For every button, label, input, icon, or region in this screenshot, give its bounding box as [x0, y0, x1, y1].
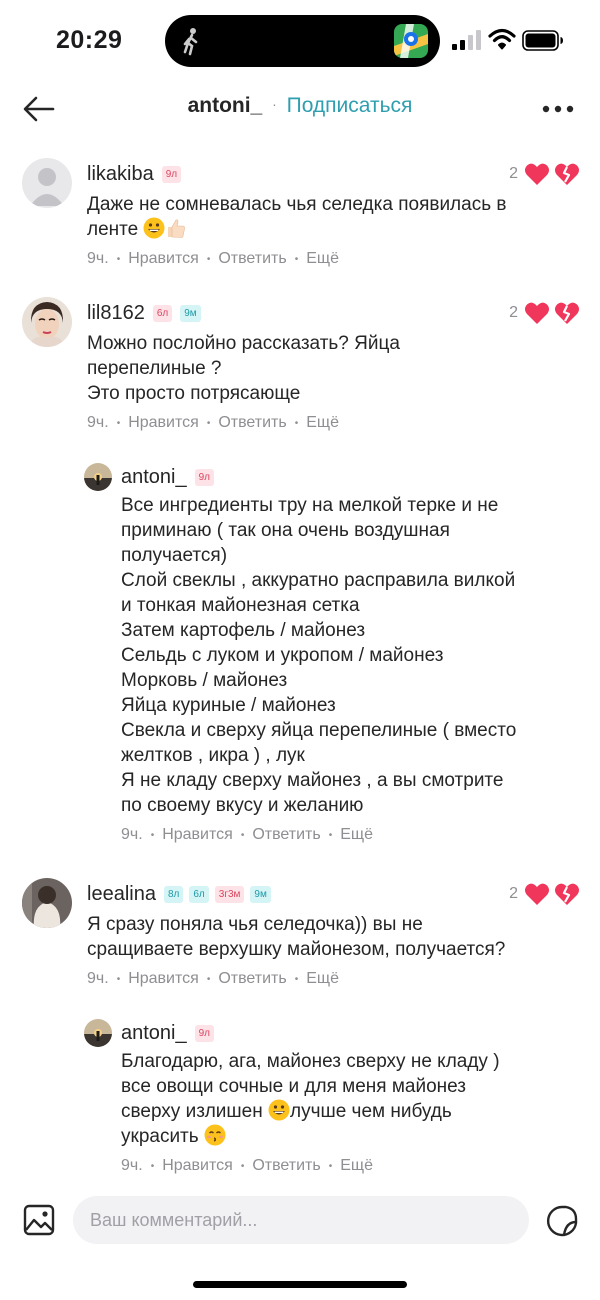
broken-heart-icon[interactable] [554, 162, 580, 186]
status-time: 20:29 [56, 26, 123, 54]
more-button[interactable]: Ещё [340, 826, 373, 844]
avatar[interactable] [22, 297, 72, 347]
comment-text: Все ингредиенты тру на мелкой терке и не… [121, 495, 517, 816]
comment-username[interactable]: lil8162 [87, 302, 145, 325]
post-header: antoni_ · Подписаться [0, 80, 600, 138]
comment-text-line: сверху излишен [121, 1101, 263, 1122]
grinning-face-emoji-icon [143, 217, 165, 239]
like-button[interactable]: Нравится [128, 414, 199, 432]
kissing-face-emoji-icon [204, 1124, 226, 1146]
avatar[interactable] [84, 463, 112, 491]
comment-text: Я сразу поняла чья селедочка)) вы не сра… [87, 914, 506, 960]
comment-input[interactable] [73, 1196, 529, 1244]
avatar[interactable] [22, 158, 72, 208]
user-badge: 9м [180, 304, 201, 322]
comment-composer [0, 1196, 600, 1246]
header-username[interactable]: antoni_ [188, 94, 263, 117]
reactions: 2 [509, 301, 580, 325]
reply-button[interactable]: Ответить [218, 414, 286, 432]
maps-icon [394, 24, 428, 58]
thumbs-up-emoji-icon [165, 217, 187, 239]
comment-time: 9ч. [87, 250, 109, 267]
default-avatar-icon [22, 158, 72, 208]
walking-icon [183, 28, 198, 56]
reply-button[interactable]: Ответить [218, 970, 286, 988]
comment-meta: 9ч. • Нравится • Ответить • Ещё [87, 970, 339, 988]
comment-username[interactable]: leealina [87, 883, 156, 906]
grinning-face-emoji-icon [268, 1099, 290, 1121]
like-count: 2 [509, 885, 518, 902]
like-button[interactable]: Нравится [162, 826, 233, 844]
heart-icon[interactable] [524, 882, 550, 906]
broken-heart-icon[interactable] [554, 301, 580, 325]
status-bar: 20:29 [0, 0, 600, 80]
user-badge: 9л [161, 165, 182, 183]
user-photo-icon [22, 878, 72, 928]
like-count: 2 [509, 304, 518, 321]
sticker-icon[interactable] [544, 1203, 580, 1239]
signal-icon [452, 30, 481, 50]
like-button[interactable]: Нравится [162, 1157, 233, 1175]
comment-meta: 9ч. • Нравится • Ответить • Ещё [87, 414, 339, 432]
avatar[interactable] [22, 878, 72, 928]
comment-username[interactable]: likakiba [87, 163, 154, 186]
more-button[interactable]: Ещё [306, 970, 339, 988]
comment-text: Можно послойно рассказать? Яйца перепели… [87, 333, 400, 404]
more-button[interactable]: Ещё [306, 414, 339, 432]
comment-text-line: все овощи сочные и для меня майонез [121, 1076, 467, 1097]
reply-button[interactable]: Ответить [252, 826, 320, 844]
heart-icon[interactable] [524, 301, 550, 325]
wifi-icon [488, 28, 516, 50]
user-badge: 9м [250, 885, 271, 903]
broken-heart-icon[interactable] [554, 882, 580, 906]
user-badge: 6л [152, 304, 173, 322]
comment-text-line: украсить [121, 1126, 199, 1147]
home-indicator [193, 1281, 407, 1288]
comment-text-line: Благодарю, ага, майонез сверху не кладу … [121, 1051, 500, 1072]
more-horizontal-icon[interactable] [542, 104, 574, 114]
comment-time: 9ч. [121, 1157, 143, 1174]
comment-username[interactable]: antoni_ [121, 466, 187, 489]
header-title: antoni_ · Подписаться [0, 94, 600, 118]
more-button[interactable]: Ещё [340, 1157, 373, 1175]
user-photo-icon [84, 463, 112, 491]
reactions: 2 [509, 162, 580, 186]
battery-icon [522, 30, 563, 51]
more-button[interactable]: Ещё [306, 250, 339, 268]
heart-icon[interactable] [524, 162, 550, 186]
reply-button[interactable]: Ответить [252, 1157, 320, 1175]
comment-time: 9ч. [87, 414, 109, 431]
like-count: 2 [509, 165, 518, 182]
reply-button[interactable]: Ответить [218, 250, 286, 268]
reactions: 2 [509, 882, 580, 906]
comment-text: Благодарю, ага, майонез сверху не кладу … [121, 1049, 591, 1149]
comment-time: 9ч. [121, 826, 143, 843]
user-badge: 6л [189, 885, 209, 903]
avatar[interactable] [84, 1019, 112, 1047]
comment-meta: 9ч. • Нравится • Ответить • Ещё [121, 1157, 373, 1175]
like-button[interactable]: Нравится [128, 250, 199, 268]
like-button[interactable]: Нравится [128, 970, 199, 988]
user-photo-icon [84, 1019, 112, 1047]
follow-button[interactable]: Подписаться [287, 94, 413, 117]
comment-time: 9ч. [87, 970, 109, 987]
user-photo-icon [22, 297, 72, 347]
dynamic-island [165, 15, 440, 67]
user-badge: 8л [163, 885, 184, 903]
image-icon[interactable] [22, 1203, 56, 1237]
comment-text-line: лучше чем нибудь [289, 1101, 452, 1122]
comment-meta: 9ч. • Нравится • Ответить • Ещё [121, 826, 373, 844]
comment-username[interactable]: antoni_ [121, 1022, 187, 1045]
comment-text: Даже не сомневалась чья селедка появилас… [87, 192, 582, 242]
header-separator: · [272, 96, 277, 112]
user-badge: 9л [194, 468, 215, 486]
user-badge: 3г3м [214, 885, 245, 903]
user-badge: 9л [194, 1024, 215, 1042]
comment-meta: 9ч. • Нравится • Ответить • Ещё [87, 250, 339, 268]
